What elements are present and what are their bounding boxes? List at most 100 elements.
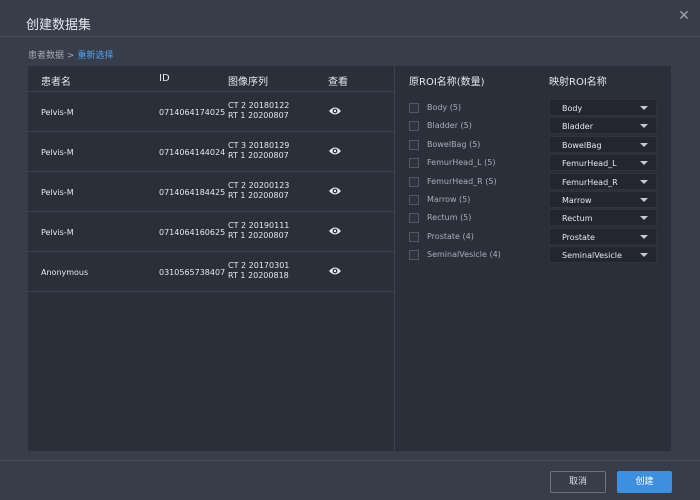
table-row[interactable]: Pelvis-M 0714064144024 CT 3 20180129 RT 1 2… xyxy=(28,132,394,172)
chevron-down-icon xyxy=(640,179,648,184)
roi-original-name: SeminalVesicle (4) xyxy=(427,250,501,260)
header-divider xyxy=(0,36,700,37)
roi-original-name: Bladder (5) xyxy=(427,121,472,131)
roi-original-name: FemurHead_L (5) xyxy=(427,158,496,168)
patient-id: 0310565738407 xyxy=(159,268,226,277)
roi-mapped-value: Bladder xyxy=(562,122,593,132)
table-row[interactable]: Pelvis-M 0714064160625 CT 2 20190111 RT 1 2… xyxy=(28,212,394,252)
patient-table: 患者名 ID 图像序列 查看 Pelvis-M 0714064174025 CT 2… xyxy=(28,66,394,451)
create-button[interactable]: 创建 xyxy=(617,471,672,493)
patient-id: 0714064144024 xyxy=(159,148,226,157)
roi-mapping-select[interactable]: Body xyxy=(549,99,657,116)
series-line: RT 1 20200807 xyxy=(228,191,289,200)
reselect-link[interactable]: 重新选择 xyxy=(77,51,113,61)
roi-checkbox[interactable] xyxy=(409,195,419,205)
image-series: CT 2 20200123 RT 1 20200807 xyxy=(228,181,289,201)
series-line: RT 1 20200807 xyxy=(228,231,289,240)
column-header-view: 查看 xyxy=(328,77,348,88)
chevron-down-icon xyxy=(640,234,648,239)
chevron-down-icon xyxy=(640,142,648,147)
series-line: CT 3 20180129 xyxy=(228,141,290,150)
eye-icon[interactable] xyxy=(328,105,342,117)
roi-checkbox[interactable] xyxy=(409,158,419,169)
content-panel: 患者名 ID 图像序列 查看 Pelvis-M 0714064174025 CT 2… xyxy=(28,66,671,451)
image-series: CT 2 20180122 RT 1 20200807 xyxy=(228,101,289,121)
chevron-down-icon xyxy=(640,106,648,110)
patient-id: 0714064184425 xyxy=(159,188,226,197)
roi-row: BowelBag (5) BowelBag xyxy=(395,135,671,154)
image-series: CT 3 20180129 RT 1 20200807 xyxy=(228,141,289,161)
roi-mapping-select[interactable]: Prostate xyxy=(549,227,657,245)
roi-checkbox[interactable] xyxy=(409,176,419,187)
roi-row: Body (5) Body xyxy=(395,99,671,117)
roi-mapped-header: 映射ROI名称 xyxy=(549,77,607,88)
patient-name: Pelvis-M xyxy=(41,188,74,197)
roi-original-name: Marrow (5) xyxy=(427,195,471,204)
roi-mapped-value: FemurHead_R xyxy=(562,177,618,187)
roi-mapped-value: BowelBag xyxy=(562,140,602,150)
roi-row: FemurHead_L (5) FemurHead_L xyxy=(395,154,671,172)
eye-icon[interactable] xyxy=(328,145,342,157)
patient-id: 0714064160625 xyxy=(159,228,226,237)
patient-name: Pelvis-M xyxy=(41,108,74,117)
roi-mapped-value: Marrow xyxy=(562,196,592,205)
chevron-down-icon xyxy=(640,253,648,258)
patient-name: Pelvis-M xyxy=(41,228,74,237)
image-series: CT 2 20190111 RT 1 20200807 xyxy=(228,221,289,241)
roi-mapping-select[interactable]: FemurHead_R xyxy=(549,172,657,190)
patient-name: Pelvis-M xyxy=(41,148,74,157)
table-row[interactable]: Pelvis-M 0714064184425 CT 2 20200123 RT 1 2… xyxy=(28,172,394,212)
roi-mapped-value: Body xyxy=(562,104,583,113)
dialog-title: 创建数据集 xyxy=(26,18,92,33)
chevron-down-icon xyxy=(640,216,648,221)
roi-checkbox[interactable] xyxy=(409,213,419,224)
roi-row: Rectum (5) Rectum xyxy=(395,209,671,227)
series-line: RT 1 20200807 xyxy=(228,111,289,120)
roi-mapping-select[interactable]: Rectum xyxy=(549,209,657,227)
patient-name: Anonymous xyxy=(41,268,89,277)
roi-checkbox[interactable] xyxy=(409,231,419,242)
chevron-down-icon xyxy=(640,198,648,202)
roi-mapping-select[interactable]: Bladder xyxy=(549,117,657,135)
roi-mapping-select[interactable]: Marrow xyxy=(549,191,657,208)
roi-original-name: BowelBag (5) xyxy=(427,139,481,149)
roi-original-name: FemurHead_R (5) xyxy=(427,176,497,186)
series-line: CT 2 20180122 xyxy=(228,101,290,110)
roi-checkbox[interactable] xyxy=(409,250,419,261)
roi-mapping: 原ROI名称(数量) 映射ROI名称 Body (5) Body Bladder (… xyxy=(395,66,671,451)
table-row[interactable]: Pelvis-M 0714064174025 CT 2 20180122 RT 1 2… xyxy=(28,92,394,132)
column-header-name: 患者名 xyxy=(41,77,71,88)
eye-icon[interactable] xyxy=(328,265,342,277)
series-line: RT 1 20200807 xyxy=(228,151,289,160)
roi-mapped-value: Prostate xyxy=(562,232,595,242)
roi-checkbox[interactable] xyxy=(409,121,419,132)
eye-icon[interactable] xyxy=(328,225,342,237)
footer-divider xyxy=(0,460,700,461)
roi-checkbox[interactable] xyxy=(409,139,419,150)
chevron-down-icon xyxy=(640,124,648,129)
table-row[interactable]: Anonymous 0310565738407 CT 2 20170301 RT 1 … xyxy=(28,252,394,292)
column-header-series: 图像序列 xyxy=(228,77,268,88)
series-line: RT 1 20200818 xyxy=(228,271,289,280)
roi-mapping-select[interactable]: BowelBag xyxy=(549,135,657,153)
column-header-id: ID xyxy=(159,73,170,84)
roi-mapping-select[interactable]: FemurHead_L xyxy=(549,154,657,172)
roi-checkbox[interactable] xyxy=(409,103,419,113)
roi-original-name: Prostate (4) xyxy=(427,231,474,241)
close-icon[interactable]: ✕ xyxy=(676,8,692,24)
image-series: CT 2 20170301 RT 1 20200818 xyxy=(228,261,289,281)
series-line: CT 2 20200123 xyxy=(228,181,290,190)
roi-mapping-select[interactable]: SeminalVesicle xyxy=(549,246,657,264)
roi-row: Prostate (4) Prostate xyxy=(395,227,671,246)
chevron-down-icon xyxy=(640,161,648,166)
roi-row: Bladder (5) Bladder xyxy=(395,117,671,135)
roi-original-name: Body (5) xyxy=(427,103,462,112)
roi-mapped-value: FemurHead_L xyxy=(562,159,617,169)
eye-icon[interactable] xyxy=(328,185,342,197)
cancel-button[interactable]: 取消 xyxy=(550,471,606,493)
series-line: CT 2 20170301 xyxy=(228,261,290,270)
roi-mapped-value: SeminalVesicle xyxy=(562,251,622,261)
series-line: CT 2 20190111 xyxy=(228,221,290,230)
breadcrumb: 患者数据 > 重新选择 xyxy=(28,48,113,61)
roi-row: Marrow (5) Marrow xyxy=(395,191,671,209)
